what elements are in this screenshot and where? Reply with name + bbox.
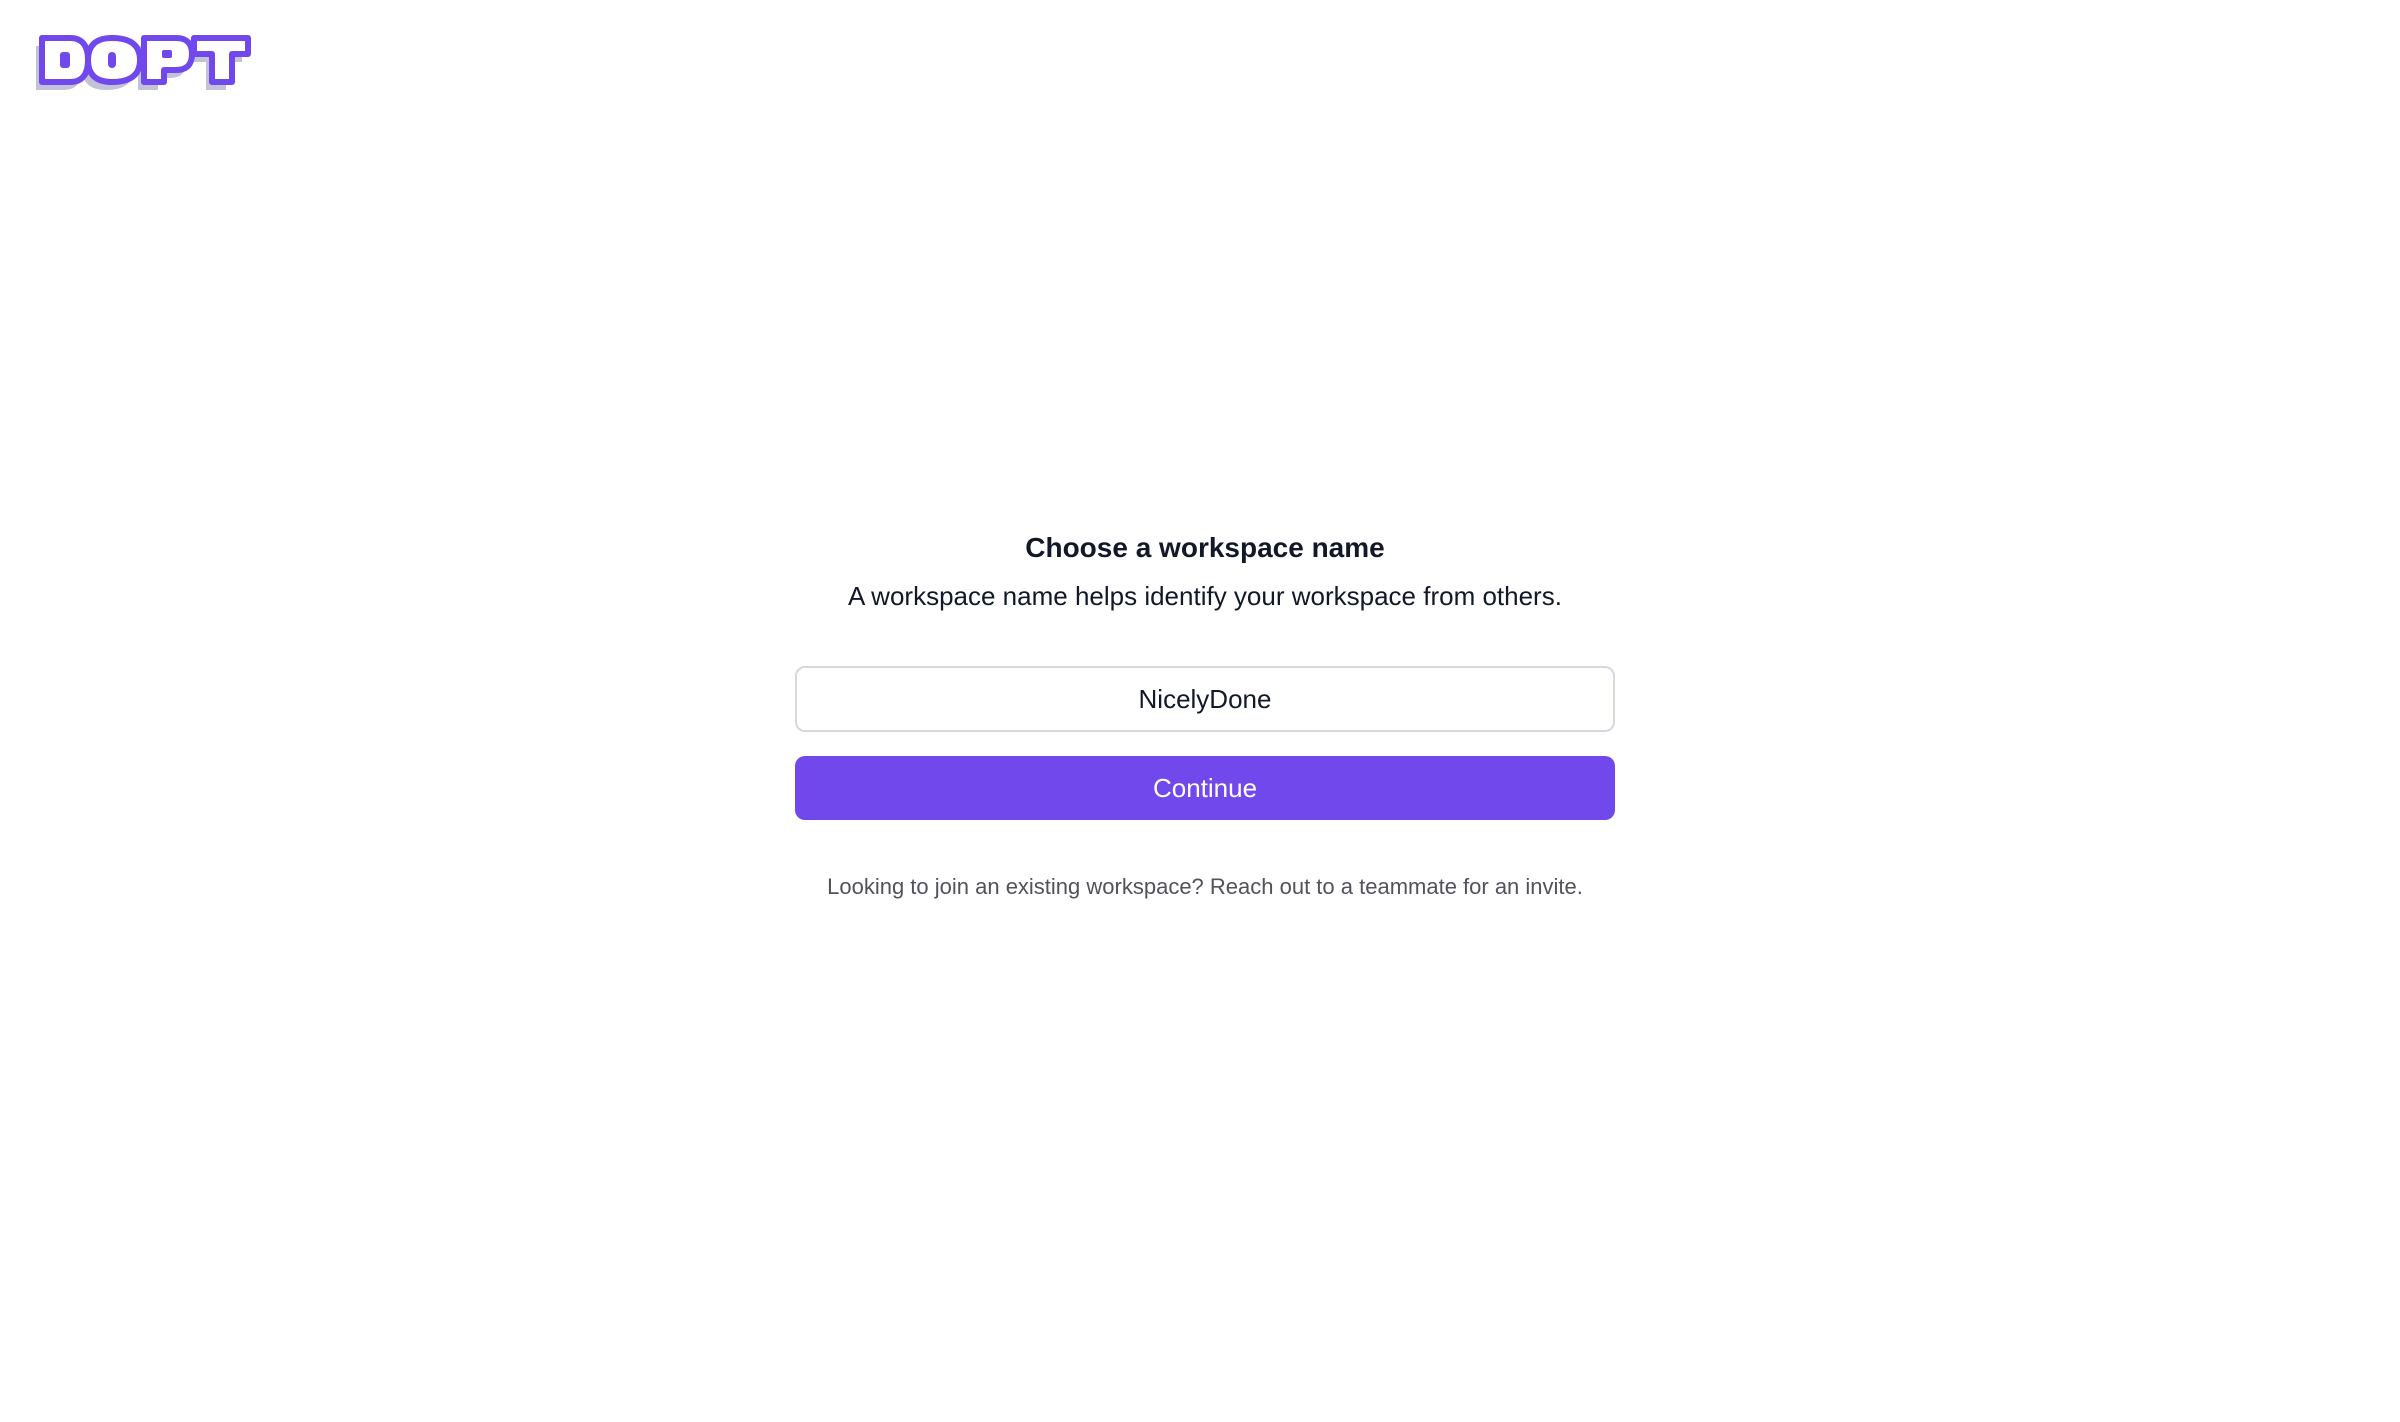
workspace-form: Choose a workspace name A workspace name… bbox=[795, 518, 1615, 902]
join-workspace-hint: Looking to join an existing workspace? R… bbox=[827, 874, 1583, 899]
workspace-name-input[interactable] bbox=[795, 666, 1615, 732]
page-subtitle: A workspace name helps identify your wor… bbox=[848, 581, 1562, 611]
page: Choose a workspace name A workspace name… bbox=[0, 0, 2400, 1422]
dopt-logo-icon bbox=[36, 35, 251, 90]
continue-button[interactable]: Continue bbox=[795, 756, 1615, 820]
dopt-logo[interactable] bbox=[36, 34, 254, 98]
page-title: Choose a workspace name bbox=[1025, 532, 1385, 563]
